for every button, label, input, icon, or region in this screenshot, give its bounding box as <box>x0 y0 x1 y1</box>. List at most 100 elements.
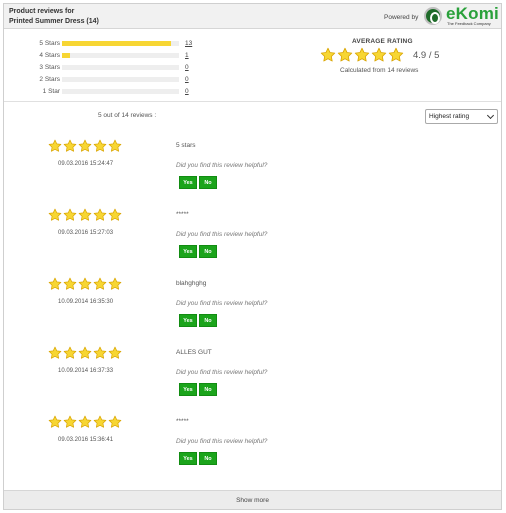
review-stars <box>48 346 123 362</box>
distribution-count-link[interactable]: 1 <box>185 52 189 59</box>
star-icon <box>93 208 107 222</box>
review-count-text: 5 out of 14 reviews : <box>98 112 157 119</box>
star-icon <box>108 277 122 291</box>
distribution-bar <box>62 53 179 58</box>
review-text: blahghghg <box>176 280 207 287</box>
helpful-question: Did you find this review helpful? <box>176 162 268 169</box>
review-date: 09.03.2016 15:27:03 <box>58 230 114 236</box>
star-icon <box>63 139 77 153</box>
star-icon <box>63 346 77 360</box>
review-stars <box>48 208 123 224</box>
helpful-no-button[interactable]: No <box>199 245 217 258</box>
review-item: 09.03.2016 15:36:41 ***** Did you find t… <box>4 415 501 475</box>
ekomi-logo-icon <box>424 7 442 25</box>
ekomi-logo-tagline: The Feedback Company <box>447 21 491 26</box>
review-item: 09.03.2016 15:27:03 ***** Did you find t… <box>4 208 501 268</box>
distribution-label: 3 Stars <box>39 64 60 71</box>
distribution-count-link[interactable]: 0 <box>185 88 189 95</box>
star-icon <box>63 415 77 429</box>
star-icon <box>78 208 92 222</box>
review-list: 5 out of 14 reviews : Highest rating 09.… <box>4 102 501 492</box>
sort-select[interactable]: Highest rating <box>425 109 498 124</box>
helpful-no-button[interactable]: No <box>199 383 217 396</box>
star-icon <box>93 346 107 360</box>
helpful-yes-button[interactable]: Yes <box>179 383 197 396</box>
star-icon <box>78 346 92 360</box>
distribution-bar <box>62 89 179 94</box>
star-icon <box>78 277 92 291</box>
review-text: 5 stars <box>176 142 196 149</box>
distribution-row-2[interactable]: 2 Stars 0 <box>4 75 204 85</box>
star-icon <box>48 277 62 291</box>
helpful-no-button[interactable]: No <box>199 314 217 327</box>
distribution-bar-fill <box>62 53 71 58</box>
helpful-yes-button[interactable]: Yes <box>179 176 197 189</box>
review-text: ***** <box>176 418 189 425</box>
distribution-row-3[interactable]: 3 Stars 0 <box>4 63 204 73</box>
distribution-row-5[interactable]: 5 Stars 13 <box>4 39 204 49</box>
review-item: 10.09.2014 16:35:30 blahghghg Did you fi… <box>4 277 501 337</box>
review-stars <box>48 139 123 155</box>
star-icon <box>320 47 336 63</box>
distribution-count-link[interactable]: 0 <box>185 76 189 83</box>
distribution-count-link[interactable]: 0 <box>185 64 189 71</box>
show-more-button[interactable]: Show more <box>4 490 501 509</box>
star-icon <box>108 139 122 153</box>
distribution-row-4[interactable]: 4 Stars 1 <box>4 51 204 61</box>
helpful-yes-button[interactable]: Yes <box>179 245 197 258</box>
average-rating: AVERAGE RATING 4.9 / 5 Calculated from 1… <box>316 38 466 88</box>
review-item: 09.03.2016 15:24:47 5 stars Did you find… <box>4 139 501 199</box>
distribution-label: 1 Star <box>42 88 60 95</box>
ekomi-logo[interactable]: eKomi The Feedback Company <box>424 4 500 27</box>
helpful-no-button[interactable]: No <box>199 452 217 465</box>
distribution-label: 2 Stars <box>39 76 60 83</box>
distribution-bar-fill <box>62 41 171 46</box>
distribution-bar <box>62 77 179 82</box>
star-icon <box>78 415 92 429</box>
star-icon <box>371 47 387 63</box>
helpful-yes-button[interactable]: Yes <box>179 452 197 465</box>
powered-by-label: Powered by <box>384 14 419 21</box>
review-stars <box>48 415 123 431</box>
star-icon <box>48 208 62 222</box>
review-date: 10.09.2014 16:35:30 <box>58 299 114 305</box>
distribution-row-1[interactable]: 1 Star 0 <box>4 87 204 97</box>
review-text: ***** <box>176 211 189 218</box>
review-item: 10.09.2014 16:37:33 ALLES GUT Did you fi… <box>4 346 501 406</box>
distribution-label: 4 Stars <box>39 52 60 59</box>
star-icon <box>354 47 370 63</box>
star-icon <box>48 415 62 429</box>
rating-summary: 5 Stars 13 4 Stars 1 3 Stars 0 2 Stars 0… <box>4 30 501 102</box>
helpful-no-button[interactable]: No <box>199 176 217 189</box>
star-icon <box>93 139 107 153</box>
widget-title-line2: Printed Summer Dress (14) <box>9 18 99 25</box>
chevron-down-icon <box>486 111 495 120</box>
star-icon <box>78 139 92 153</box>
helpful-question: Did you find this review helpful? <box>176 369 268 376</box>
widget-header: Product reviews for Printed Summer Dress… <box>4 4 501 29</box>
distribution-bar <box>62 65 179 70</box>
star-icon <box>63 208 77 222</box>
distribution-count-link[interactable]: 13 <box>185 40 192 47</box>
widget-title-line1: Product reviews for <box>9 8 75 15</box>
star-icon <box>108 346 122 360</box>
reviews-widget: Product reviews for Printed Summer Dress… <box>3 3 502 510</box>
star-icon <box>388 47 404 63</box>
helpful-question: Did you find this review helpful? <box>176 231 268 238</box>
distribution-label: 5 Stars <box>39 40 60 47</box>
review-date: 10.09.2014 16:37:33 <box>58 368 114 374</box>
review-text: ALLES GUT <box>176 349 212 356</box>
star-icon <box>63 277 77 291</box>
star-icon <box>48 139 62 153</box>
helpful-question: Did you find this review helpful? <box>176 438 268 445</box>
review-date: 09.03.2016 15:24:47 <box>58 161 114 167</box>
average-calculated-text: Calculated from 14 reviews <box>340 67 419 74</box>
review-stars <box>48 277 123 293</box>
star-icon <box>108 208 122 222</box>
helpful-yes-button[interactable]: Yes <box>179 314 197 327</box>
review-date: 09.03.2016 15:36:41 <box>58 437 114 443</box>
average-rating-title: AVERAGE RATING <box>352 38 413 45</box>
star-icon <box>93 277 107 291</box>
star-icon <box>337 47 353 63</box>
average-rating-value: 4.9 / 5 <box>413 50 440 61</box>
